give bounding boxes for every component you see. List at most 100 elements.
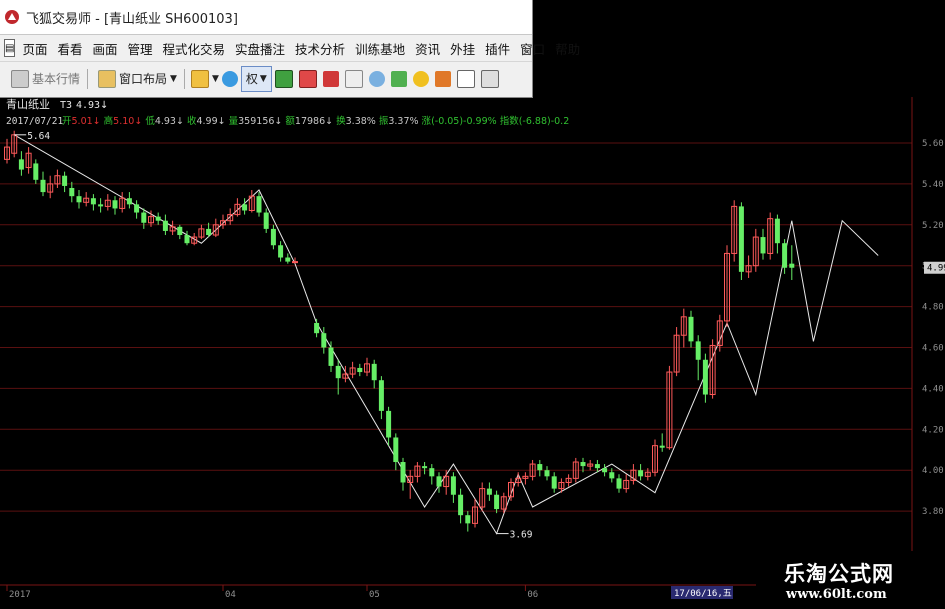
candle-body bbox=[494, 494, 500, 510]
menu-manage[interactable]: 管理 bbox=[123, 39, 158, 58]
candle-body bbox=[177, 226, 183, 236]
candle bbox=[314, 318, 320, 338]
kline-chart[interactable]: 5.605.405.205.004.804.604.404.204.003.80… bbox=[0, 97, 945, 609]
crosshair-icon[interactable] bbox=[221, 70, 238, 87]
trend-icon[interactable] bbox=[390, 70, 407, 87]
calculator-icon[interactable] bbox=[480, 69, 499, 88]
candle-body bbox=[141, 212, 147, 223]
candle bbox=[659, 433, 665, 452]
menu-program-trading[interactable]: 程式化交易 bbox=[158, 39, 231, 58]
candle-body bbox=[206, 228, 212, 236]
candle bbox=[227, 208, 234, 225]
menu-window[interactable]: 窗口 bbox=[515, 39, 550, 58]
candle-body bbox=[184, 235, 190, 244]
price-tick-label: 5.20 bbox=[922, 221, 944, 231]
candle-body bbox=[371, 363, 377, 381]
info-value: 5.10↓ bbox=[113, 116, 145, 127]
chevron-down-icon[interactable]: ▼ bbox=[212, 74, 219, 84]
candle-body bbox=[616, 478, 622, 489]
toolbar: 基本行情 窗口布局 ▼ ▼ 权 ▼ bbox=[0, 62, 532, 95]
candle bbox=[54, 169, 61, 188]
candle bbox=[623, 474, 630, 493]
candle-body bbox=[458, 494, 464, 516]
menu-news[interactable]: 资讯 bbox=[410, 39, 445, 58]
candle bbox=[587, 459, 594, 471]
menu-live-broadcast[interactable]: 实盘播注 bbox=[230, 39, 290, 58]
layout-button[interactable]: 窗口布局 ▼ bbox=[91, 67, 181, 91]
menu-tech-analysis[interactable]: 技术分析 bbox=[290, 39, 350, 58]
candle-body bbox=[285, 257, 291, 262]
extreme-price-label: 5.64 bbox=[27, 131, 50, 142]
grid-icon bbox=[11, 69, 29, 88]
candle bbox=[551, 472, 557, 493]
candle-body bbox=[602, 468, 608, 473]
price-tick-label: 4.60 bbox=[922, 344, 944, 354]
candle bbox=[112, 196, 118, 215]
candle bbox=[33, 159, 39, 184]
candle bbox=[191, 232, 198, 246]
info-label: 换 bbox=[336, 115, 346, 127]
toolbar-divider bbox=[183, 68, 185, 89]
menu-screen[interactable]: 画面 bbox=[87, 39, 122, 58]
candle-body bbox=[335, 365, 341, 379]
price-tick-label: 3.80 bbox=[922, 507, 944, 517]
watermark-title: 乐淘公式网 bbox=[784, 561, 894, 586]
price-tick-label: 4.00 bbox=[922, 466, 944, 476]
layout-label: 窗口布局 bbox=[119, 72, 168, 86]
candle bbox=[652, 439, 658, 477]
menu-plugins[interactable]: 插件 bbox=[480, 39, 515, 58]
candle bbox=[616, 474, 622, 493]
rights-button[interactable]: 权 ▼ bbox=[240, 65, 272, 92]
candle bbox=[688, 310, 694, 348]
copy-icon[interactable] bbox=[344, 69, 363, 88]
ohlc-info-line: 开5.01↓ 高5.10↓ 低4.93↓ 收4.99↓ 量359156↓ 额17… bbox=[62, 115, 569, 127]
candle-body bbox=[422, 466, 428, 469]
info-value: 4.99↓ bbox=[196, 116, 228, 127]
candle bbox=[378, 376, 384, 420]
candle bbox=[782, 239, 788, 274]
search-icon[interactable] bbox=[368, 70, 385, 87]
alert-icon[interactable] bbox=[412, 70, 429, 87]
candle-body bbox=[321, 333, 327, 348]
candle bbox=[76, 190, 82, 209]
candle bbox=[680, 308, 687, 348]
folder-icon[interactable] bbox=[190, 69, 209, 88]
candle bbox=[335, 359, 341, 395]
info-label: 低 bbox=[145, 115, 155, 127]
candle bbox=[638, 464, 644, 481]
candle bbox=[479, 482, 486, 512]
candle bbox=[774, 214, 780, 254]
filter-icon[interactable] bbox=[434, 70, 451, 87]
candle bbox=[494, 490, 500, 514]
candle-body bbox=[386, 410, 392, 438]
watermark-url: www.60lt.com bbox=[786, 587, 887, 602]
menu-help[interactable]: 帮助 bbox=[550, 39, 585, 58]
toolbar-divider bbox=[87, 68, 89, 89]
list-icon[interactable] bbox=[322, 70, 339, 87]
table-icon[interactable] bbox=[456, 69, 475, 88]
menu-plugins-ext[interactable]: 外挂 bbox=[445, 39, 480, 58]
candle-body bbox=[702, 359, 708, 395]
candle bbox=[141, 208, 147, 229]
candle bbox=[234, 198, 241, 217]
chart-image-icon[interactable] bbox=[274, 69, 293, 88]
menu-view[interactable]: 看看 bbox=[52, 39, 87, 58]
grid-table-icon[interactable] bbox=[298, 69, 317, 88]
info-label: 量 bbox=[229, 116, 239, 127]
candle bbox=[731, 200, 738, 262]
basic-quote-button[interactable]: 基本行情 bbox=[4, 67, 84, 91]
info-label: 收 bbox=[187, 115, 197, 127]
document-icon[interactable]: ▤ bbox=[4, 39, 16, 57]
date-cursor-label: 17/06/16,五 bbox=[674, 589, 732, 599]
candle bbox=[263, 208, 269, 233]
candle bbox=[47, 175, 54, 199]
candle bbox=[458, 488, 464, 524]
menu-page[interactable]: 页面 bbox=[17, 39, 52, 58]
current-price-label: 4.99 bbox=[927, 264, 945, 274]
candle bbox=[752, 228, 759, 272]
price-tick-label: 4.80 bbox=[922, 303, 944, 313]
menu-training[interactable]: 训练基地 bbox=[350, 39, 410, 58]
candle bbox=[104, 194, 111, 211]
candle bbox=[465, 511, 471, 532]
candle bbox=[69, 181, 75, 203]
